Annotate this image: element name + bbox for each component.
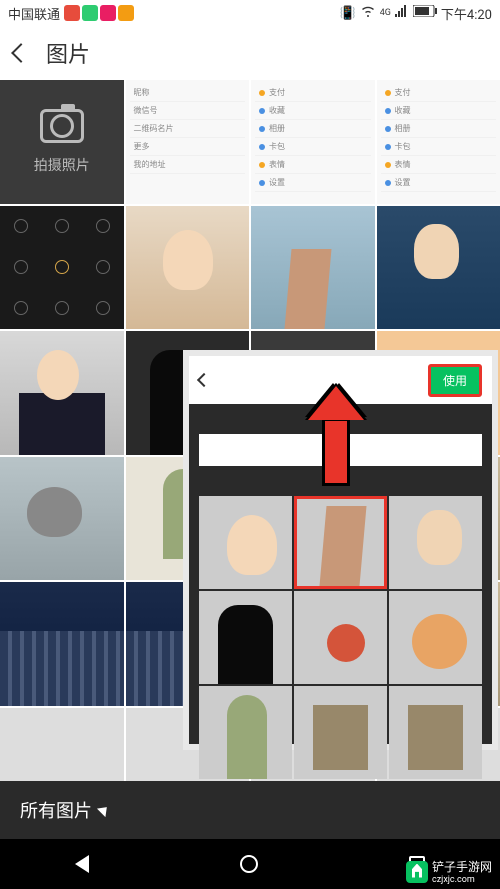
photo-thumbnail[interactable] <box>0 582 124 706</box>
vibrate-icon: 📳 <box>340 6 356 21</box>
status-left: 中国联通 <box>8 4 134 23</box>
take-photo-button[interactable]: 拍摄照片 <box>0 80 124 204</box>
notification-app-icons <box>64 5 134 21</box>
app-icon-3 <box>100 5 116 21</box>
status-right: 📳 4G 下午4:20 <box>340 4 492 23</box>
overlay-thumbnail[interactable] <box>389 686 482 779</box>
page-header: 图片 <box>0 26 500 80</box>
photo-thumbnail[interactable]: 支付 收藏 相册 卡包 表情 设置 <box>377 80 500 204</box>
dropdown-arrow-icon <box>97 803 111 817</box>
overlay-back-button[interactable] <box>197 373 211 387</box>
back-button[interactable] <box>11 43 31 63</box>
carrier-text: 中国联通 <box>8 4 60 23</box>
use-button[interactable]: 使用 <box>428 364 482 397</box>
clock-text: 下午4:20 <box>441 4 492 23</box>
album-selector-bar[interactable]: 所有图片 <box>0 781 500 839</box>
photo-thumbnail[interactable] <box>0 206 124 330</box>
watermark: 铲子手游网 czjxjc.com <box>406 858 492 885</box>
camera-icon <box>40 109 84 143</box>
photo-thumbnail[interactable] <box>251 206 375 330</box>
overlay-thumbnail[interactable] <box>389 591 482 684</box>
status-bar: 中国联通 📳 4G 下午4:20 <box>0 0 500 26</box>
photo-thumbnail[interactable]: 昵称 微信号 二维码名片 更多 我的地址 <box>126 80 250 204</box>
watermark-logo-icon <box>406 861 428 883</box>
photo-thumbnail[interactable] <box>0 331 124 455</box>
signal-icon <box>395 5 409 21</box>
photo-thumbnail[interactable]: 支付 收藏 相册 卡包 表情 设置 <box>251 80 375 204</box>
app-icon-2 <box>82 5 98 21</box>
album-selector-label: 所有图片 <box>20 797 110 823</box>
watermark-text: 铲子手游网 czjxjc.com <box>432 858 492 885</box>
overlay-thumbnail[interactable] <box>389 496 482 589</box>
app-icon-4 <box>118 5 134 21</box>
app-icon-1 <box>64 5 80 21</box>
battery-icon <box>413 5 437 21</box>
photo-thumbnail[interactable] <box>377 206 500 330</box>
photo-thumbnail[interactable] <box>126 206 250 330</box>
overlay-thumbnail[interactable] <box>199 686 292 779</box>
photo-thumbnail[interactable] <box>0 457 124 581</box>
nav-home-button[interactable] <box>240 855 258 873</box>
take-photo-label: 拍摄照片 <box>34 155 90 175</box>
annotation-arrow <box>322 418 350 486</box>
overlay-photo-grid <box>189 496 492 779</box>
overlay-thumbnail[interactable] <box>199 591 292 684</box>
wifi-icon <box>360 5 376 21</box>
overlay-thumbnail[interactable] <box>294 686 387 779</box>
overlay-thumbnail-selected[interactable] <box>294 496 387 589</box>
overlay-thumbnail[interactable] <box>199 496 292 589</box>
page-title: 图片 <box>46 37 90 69</box>
overlay-thumbnail[interactable] <box>294 591 387 684</box>
nav-back-button[interactable] <box>75 855 89 873</box>
network-type: 4G <box>380 8 391 18</box>
